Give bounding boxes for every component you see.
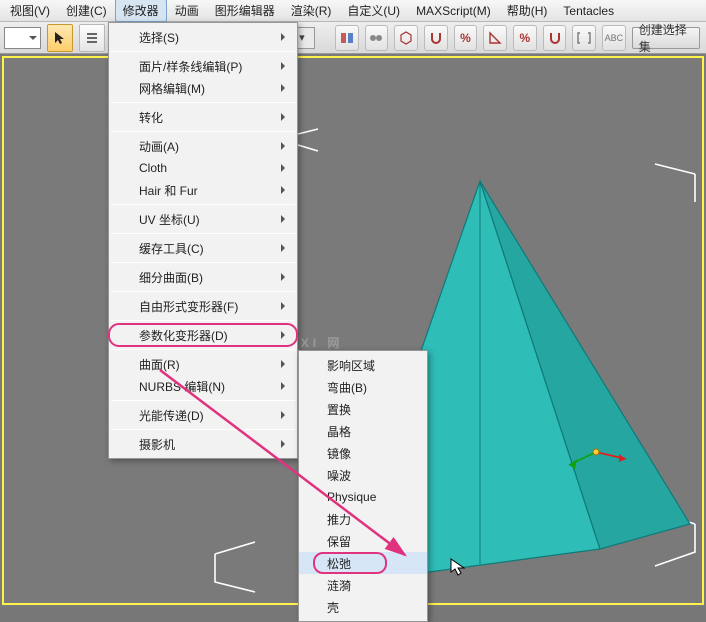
menu-separator [111, 400, 295, 401]
submenu-item[interactable]: Physique [299, 486, 427, 508]
align-icon [368, 30, 384, 46]
menu-item[interactable]: UV 坐标(U) [109, 208, 297, 230]
percent-icon: % [460, 31, 471, 45]
menu-item[interactable]: 面片/样条线编辑(P) [109, 55, 297, 77]
menu-view[interactable]: 视图(V) [2, 0, 58, 22]
create-selection-set-button[interactable]: 创建选择集 [632, 27, 700, 49]
submenu-item[interactable]: 推力 [299, 508, 427, 530]
menu-animation[interactable]: 动画 [167, 0, 207, 22]
brackets-icon [576, 30, 592, 46]
parametric-deformers-submenu: 影响区域弯曲(B)置换晶格镜像噪波Physique推力保留松弛涟漪壳 [298, 350, 428, 622]
menu-item[interactable]: 光能传递(D) [109, 404, 297, 426]
abc-icon: ABC [605, 33, 624, 43]
submenu-item[interactable]: 涟漪 [299, 574, 427, 596]
main-toolbar: 见图 ▾ % % ABC 创建选择集 [0, 22, 706, 54]
menu-item[interactable]: Cloth [109, 157, 297, 179]
submenu-item[interactable]: 置换 [299, 398, 427, 420]
percent-snap-button[interactable]: % [454, 25, 478, 51]
abc-button[interactable]: ABC [602, 25, 626, 51]
submenu-item[interactable]: 壳 [299, 596, 427, 618]
menu-maxscript[interactable]: MAXScript(M) [408, 1, 499, 21]
menu-separator [111, 131, 295, 132]
menu-create[interactable]: 创建(C) [58, 0, 115, 22]
magnet-icon [428, 30, 444, 46]
menu-item[interactable]: 细分曲面(B) [109, 266, 297, 288]
menu-customize[interactable]: 自定义(U) [339, 0, 408, 22]
mirror-icon [339, 30, 355, 46]
mirror-button[interactable] [335, 25, 359, 51]
submenu-item[interactable]: 噪波 [299, 464, 427, 486]
percent-sub-icon: % [520, 31, 531, 45]
magnet2-button[interactable] [543, 25, 567, 51]
menu-item[interactable]: 自由形式变形器(F) [109, 295, 297, 317]
menu-graph-editors[interactable]: 图形编辑器 [207, 0, 283, 22]
menu-modifiers[interactable]: 修改器 [115, 0, 167, 22]
submenu-item[interactable]: 影响区域 [299, 354, 427, 376]
menu-separator [111, 320, 295, 321]
menubar: 视图(V) 创建(C) 修改器 动画 图形编辑器 渲染(R) 自定义(U) MA… [0, 0, 706, 22]
menu-item[interactable]: 缓存工具(C) [109, 237, 297, 259]
menu-separator [111, 204, 295, 205]
selection-filter-dropdown[interactable] [4, 27, 41, 49]
menu-separator [111, 429, 295, 430]
menu-item[interactable]: 参数化变形器(D) [109, 324, 297, 346]
select-by-name-button[interactable] [79, 24, 105, 52]
snap-toggle-button[interactable] [394, 25, 418, 51]
submenu-item[interactable]: 镜像 [299, 442, 427, 464]
angle-icon [487, 30, 503, 46]
menu-item[interactable]: 摄影机 [109, 433, 297, 455]
menu-item[interactable]: 曲面(R) [109, 353, 297, 375]
menu-separator [111, 233, 295, 234]
menu-separator [111, 102, 295, 103]
select-object-button[interactable] [47, 24, 73, 52]
menu-separator [111, 349, 295, 350]
submenu-item[interactable]: 松弛 [299, 552, 427, 574]
submenu-item[interactable]: 保留 [299, 530, 427, 552]
menu-help[interactable]: 帮助(H) [499, 0, 556, 22]
modifiers-menu: 选择(S) 面片/样条线编辑(P)网格编辑(M) 转化动画(A)ClothHair … [108, 22, 298, 459]
cube-icon [398, 30, 414, 46]
menu-item[interactable]: Hair 和 Fur [109, 179, 297, 201]
menu-item[interactable]: 转化 [109, 106, 297, 128]
spinner-snap-button[interactable] [483, 25, 507, 51]
named-sets-button[interactable] [572, 25, 596, 51]
menu-item[interactable]: 选择(S) [109, 26, 297, 48]
axis-gizmo[interactable] [561, 417, 631, 487]
snaps-settings-button[interactable]: % [513, 25, 537, 51]
menu-separator [111, 51, 295, 52]
align-button[interactable] [365, 25, 389, 51]
mouse-cursor-icon [450, 558, 468, 576]
angle-snap-button[interactable] [424, 25, 448, 51]
menu-separator [111, 291, 295, 292]
menu-render[interactable]: 渲染(R) [283, 0, 340, 22]
cursor-icon [53, 31, 67, 45]
magnet2-icon [547, 30, 563, 46]
menu-item[interactable]: 动画(A) [109, 135, 297, 157]
menu-separator [111, 262, 295, 263]
menu-item[interactable]: NURBS 编辑(N) [109, 375, 297, 397]
menu-tentacles[interactable]: Tentacles [555, 1, 622, 21]
submenu-item[interactable]: 晶格 [299, 420, 427, 442]
submenu-item[interactable]: 弯曲(B) [299, 376, 427, 398]
list-icon [85, 31, 99, 45]
menu-item[interactable]: 网格编辑(M) [109, 77, 297, 99]
